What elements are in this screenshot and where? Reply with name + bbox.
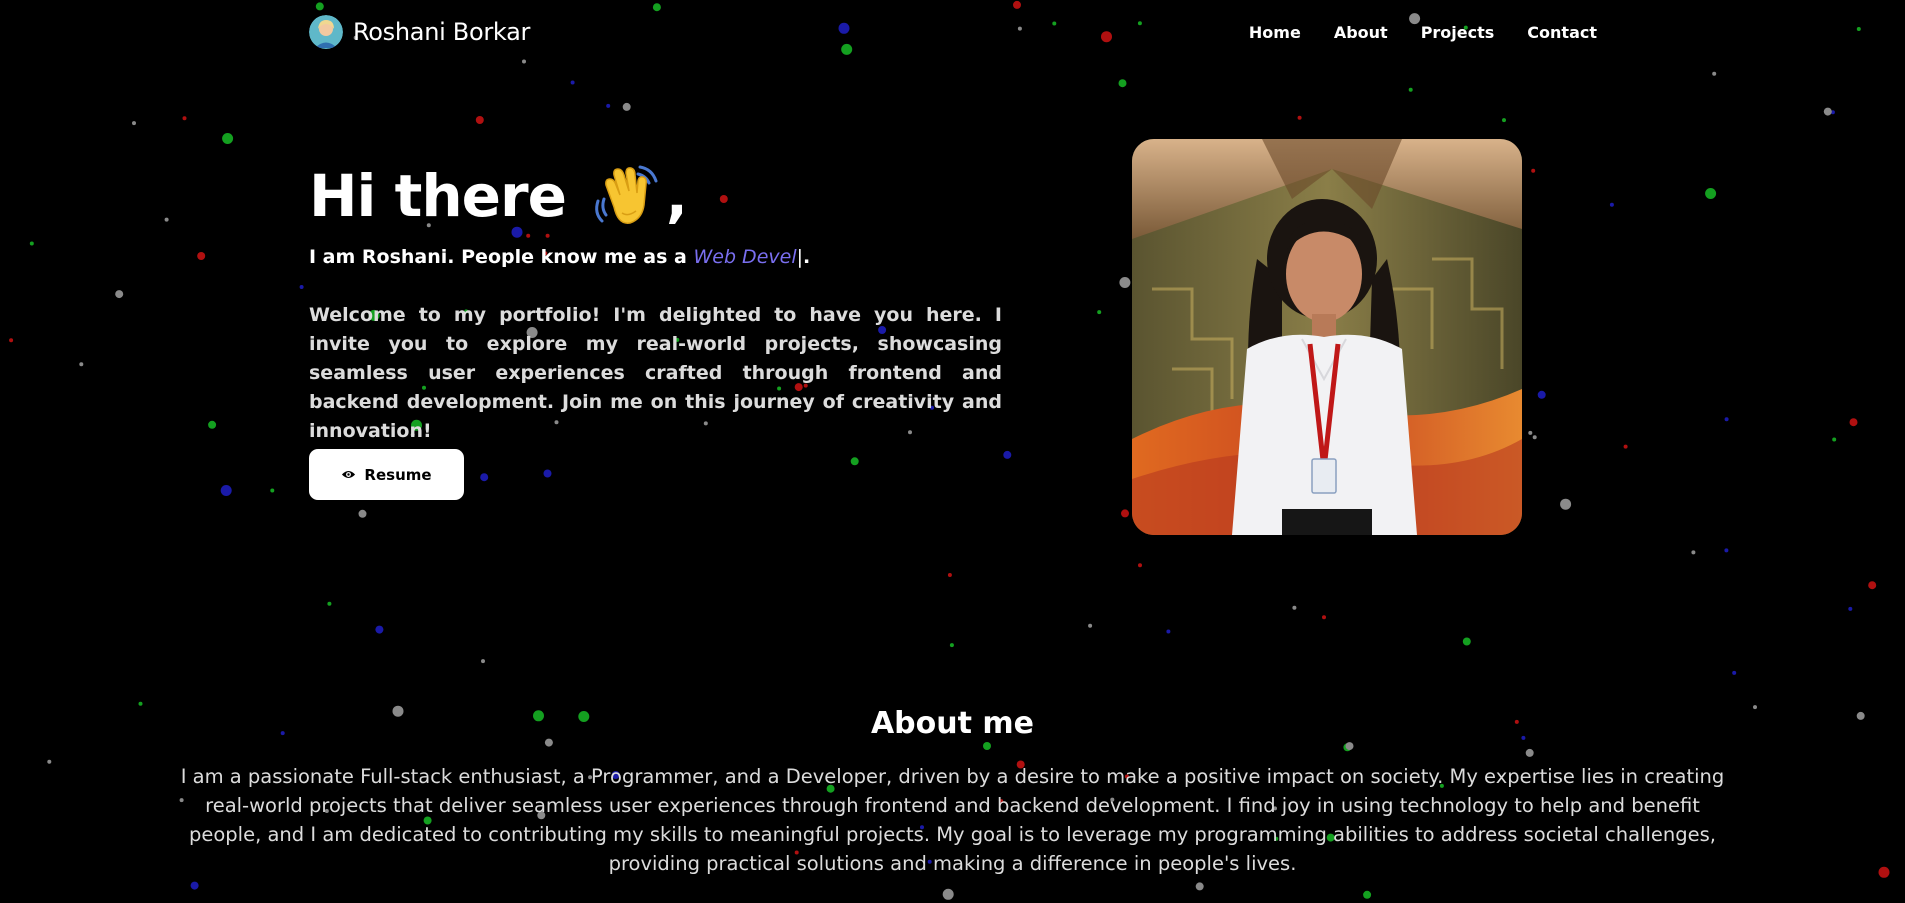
- eye-icon: [341, 466, 356, 484]
- particle-dot: [315, 2, 324, 11]
- particle-dot: [79, 362, 84, 367]
- about-text: I am a passionate Full-stack enthusiast,…: [180, 765, 1725, 875]
- hero-title-text: Hi there: [309, 162, 567, 230]
- particle-dot: [1609, 202, 1614, 207]
- particle-dot: [1292, 605, 1297, 610]
- particle-dot: [606, 103, 611, 108]
- particle-dot: [1868, 581, 1877, 590]
- particle-dot: [1724, 417, 1729, 422]
- particle-dot: [522, 59, 526, 64]
- hero-title: Hi there ,: [309, 150, 1009, 242]
- hero-title-suffix: ,: [665, 162, 688, 230]
- waving-hand-icon: [592, 161, 662, 231]
- particle-dot: [983, 742, 991, 750]
- particle-dot: [1097, 310, 1102, 315]
- nav-link-contact[interactable]: Contact: [1527, 23, 1597, 42]
- resume-label: Resume: [364, 465, 432, 484]
- particle-dot: [1345, 742, 1354, 751]
- particle-dot: [652, 3, 661, 12]
- nav-link-about[interactable]: About: [1334, 23, 1388, 42]
- particle-dot: [1705, 188, 1717, 199]
- hero-section: Hi there , I am Roshani. People know me …: [309, 150, 1009, 465]
- particle-dot: [222, 133, 234, 144]
- particle-dot: [1856, 27, 1861, 31]
- about-title: About me: [870, 706, 1035, 741]
- particle-dot: [115, 290, 124, 299]
- particle-dot: [327, 601, 332, 606]
- particle-dot: [1528, 430, 1533, 435]
- particle-dot: [1138, 563, 1142, 568]
- particle-dot: [1119, 277, 1131, 288]
- particle-dot: [1823, 107, 1832, 116]
- particle-dot: [1623, 444, 1628, 449]
- particle-dot: [622, 102, 631, 111]
- particle-dot: [1712, 71, 1717, 76]
- particle-dot: [197, 252, 206, 260]
- navbar: Roshani Borkar Home About Projects Conta…: [309, 12, 1597, 52]
- particle-dot: [299, 285, 304, 289]
- particle-dot: [1537, 390, 1546, 399]
- particle-dot: [1878, 866, 1890, 878]
- particle-dot: [1166, 629, 1171, 634]
- particle-dot: [1088, 623, 1093, 628]
- particle-dot: [164, 217, 169, 222]
- particle-dot: [1322, 615, 1326, 620]
- profile-photo: [1132, 139, 1522, 535]
- particle-dot: [270, 488, 275, 493]
- particle-dot: [1502, 118, 1506, 123]
- brand[interactable]: Roshani Borkar: [309, 15, 530, 49]
- particle-dot: [208, 420, 217, 429]
- particle-dot: [570, 80, 575, 85]
- particle-dot: [1849, 418, 1858, 427]
- particle-dot: [947, 573, 952, 577]
- particle-dot: [1832, 437, 1837, 442]
- typed-role: Web Devel: [693, 246, 797, 268]
- particle-dot: [1560, 498, 1572, 510]
- particle-dot: [1531, 168, 1536, 173]
- avatar-icon: [309, 15, 343, 49]
- particle-dot: [1532, 435, 1537, 440]
- particle-dot: [543, 469, 552, 478]
- particle-dot: [1525, 748, 1534, 757]
- particle-dot: [481, 659, 485, 664]
- resume-button[interactable]: Resume: [309, 449, 464, 500]
- hero-subtitle: I am Roshani. People know me as a Web De…: [309, 246, 1009, 274]
- subtitle-suffix: .: [803, 246, 811, 268]
- brand-name: Roshani Borkar: [353, 18, 531, 46]
- particle-dot: [220, 485, 232, 496]
- particle-dot: [182, 116, 187, 121]
- particle-dot: [190, 881, 199, 890]
- particle-dot: [942, 888, 954, 900]
- nav-links: Home About Projects Contact: [1249, 23, 1597, 42]
- particle-dot: [949, 643, 954, 648]
- particle-dot: [475, 116, 484, 124]
- particle-dot: [375, 625, 384, 634]
- particle-dot: [1118, 79, 1127, 88]
- particle-dot: [1848, 606, 1853, 611]
- particle-dot: [132, 121, 136, 126]
- nav-link-home[interactable]: Home: [1249, 23, 1301, 42]
- nav-link-projects[interactable]: Projects: [1421, 23, 1495, 42]
- particle-dot: [480, 473, 489, 482]
- particle-dot: [1013, 0, 1021, 9]
- particle-dot: [358, 509, 367, 518]
- particle-dot: [47, 759, 52, 764]
- particle-dot: [1363, 890, 1372, 899]
- particle-dot: [29, 241, 34, 246]
- particle-dot: [1691, 550, 1696, 555]
- particle-dot: [1195, 882, 1204, 891]
- particle-dot: [1724, 548, 1729, 553]
- particle-dot: [1732, 670, 1737, 675]
- hero-description: Welcome to my portfolio! I'm delighted t…: [309, 304, 1002, 442]
- particle-dot: [1462, 637, 1471, 646]
- particle-dot: [1297, 115, 1302, 120]
- particle-dot: [9, 338, 14, 343]
- particle-dot: [1121, 509, 1129, 518]
- subtitle-prefix: I am Roshani. People know me as a: [309, 246, 694, 268]
- particle-dot: [1408, 87, 1413, 92]
